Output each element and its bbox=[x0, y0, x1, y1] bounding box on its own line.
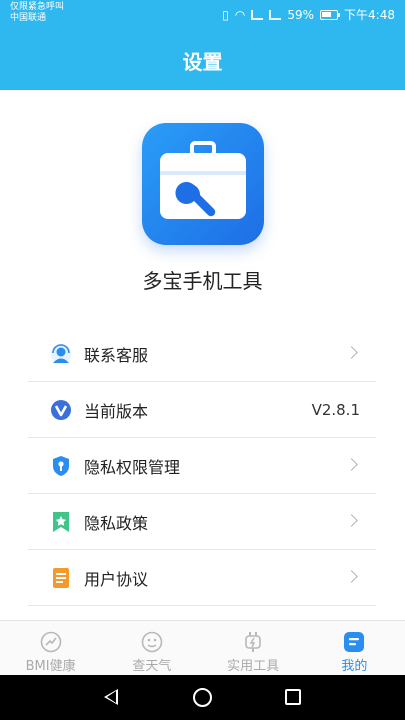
version-value: V2.8.1 bbox=[311, 400, 360, 419]
menu-privacy-permissions[interactable]: 隐私权限管理 bbox=[28, 438, 376, 494]
carrier-text: 中国联通 bbox=[10, 13, 47, 23]
chevron-right-icon bbox=[345, 570, 358, 583]
document-icon bbox=[50, 567, 72, 589]
menu-current-version[interactable]: 当前版本 V2.8.1 bbox=[28, 382, 376, 438]
recent-apps-icon[interactable] bbox=[285, 689, 301, 705]
profile-card-icon bbox=[344, 632, 365, 652]
menu-label: 用户协议 bbox=[84, 569, 149, 589]
back-icon[interactable] bbox=[104, 689, 118, 705]
top-bar: 仅限紧急呼叫 中国联通 ▯ ◠ 59% 下午4:48 设置 bbox=[0, 0, 405, 90]
signal-icon-2 bbox=[269, 9, 282, 20]
wifi-icon: ◠ bbox=[234, 7, 246, 22]
menu-label: 隐私权限管理 bbox=[84, 457, 181, 477]
page-title: 设置 bbox=[182, 50, 223, 74]
battery-icon bbox=[320, 9, 341, 20]
shield-key-icon bbox=[50, 455, 72, 477]
menu-user-agreement[interactable]: 用户协议 bbox=[28, 550, 376, 606]
menu-contact-support[interactable]: 联系客服 bbox=[28, 326, 376, 382]
chevron-right-icon bbox=[345, 458, 358, 471]
plug-bolt-icon bbox=[245, 632, 261, 652]
tab-bmi-health[interactable]: BMI健康 bbox=[0, 621, 101, 675]
tab-label: 查天气 bbox=[132, 659, 172, 674]
home-icon[interactable] bbox=[193, 688, 212, 707]
carrier-info: 仅限紧急呼叫 中国联通 bbox=[10, 2, 64, 24]
headset-avatar-icon bbox=[50, 343, 72, 365]
tab-weather[interactable]: 查天气 bbox=[101, 621, 202, 675]
status-bar: 仅限紧急呼叫 中国联通 ▯ ◠ 59% 下午4:48 bbox=[0, 0, 405, 30]
app-name: 多宝手机工具 bbox=[142, 269, 263, 293]
emergency-text: 仅限紧急呼叫 bbox=[10, 2, 65, 12]
trend-circle-icon bbox=[40, 631, 61, 653]
chevron-right-icon bbox=[345, 346, 358, 359]
tab-label: 我的 bbox=[341, 659, 368, 674]
clock: 下午4:48 bbox=[344, 8, 395, 22]
menu-label: 隐私政策 bbox=[84, 513, 149, 533]
tab-me[interactable]: 我的 bbox=[304, 621, 405, 675]
vibrate-icon: ▯ bbox=[222, 7, 229, 22]
status-icons: ▯ ◠ 59% 下午4:48 bbox=[222, 6, 395, 23]
menu-label: 当前版本 bbox=[84, 401, 149, 421]
system-nav-bar bbox=[0, 675, 405, 720]
settings-menu: 联系客服 当前版本 V2.8.1 隐私权限管理 隐私政策 用户协议 bbox=[28, 326, 376, 606]
bottom-tab-bar: BMI健康 查天气 实用工具 我的 bbox=[0, 620, 405, 675]
toolbox-wrench-icon bbox=[142, 123, 264, 245]
menu-label: 联系客服 bbox=[84, 345, 149, 365]
menu-privacy-policy[interactable]: 隐私政策 bbox=[28, 494, 376, 550]
tab-label: 实用工具 bbox=[227, 659, 280, 674]
signal-icon bbox=[251, 9, 264, 20]
battery-percent: 59% bbox=[287, 7, 315, 22]
tab-label: BMI健康 bbox=[25, 659, 76, 674]
v-badge-icon bbox=[50, 399, 72, 421]
chevron-right-icon bbox=[345, 514, 358, 527]
tab-tools[interactable]: 实用工具 bbox=[203, 621, 304, 675]
bookmark-star-icon bbox=[50, 511, 72, 533]
weather-face-icon bbox=[141, 631, 163, 653]
